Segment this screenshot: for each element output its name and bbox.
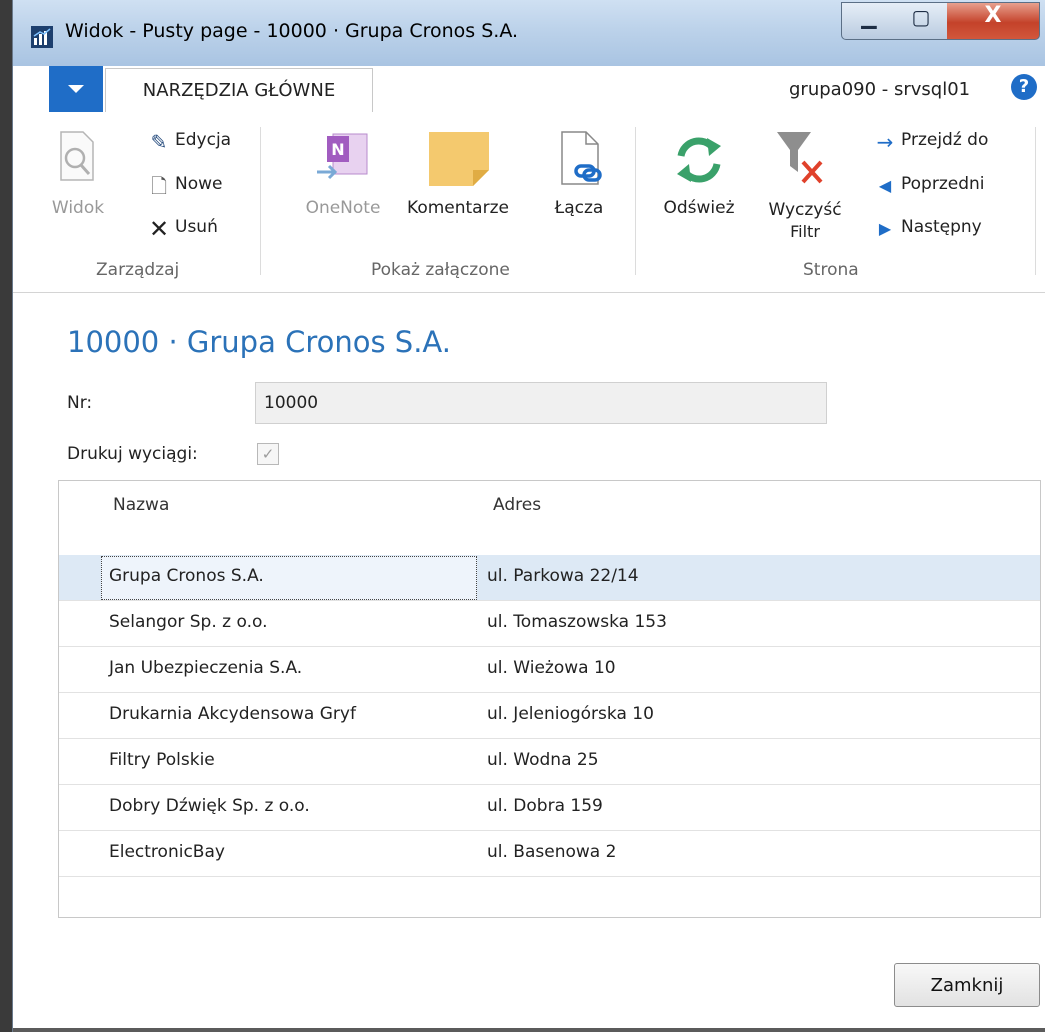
minimize-icon: ▁ xyxy=(861,5,877,29)
window-shadow-edge xyxy=(0,0,12,1032)
goto-button-label: Przejdź do xyxy=(901,130,989,150)
links-button[interactable]: Łącza xyxy=(551,130,607,230)
refresh-button-label: Odśwież xyxy=(663,198,735,218)
window: Widok - Pusty page - 10000 · Grupa Crono… xyxy=(12,0,1045,1032)
arrow-right-icon: → xyxy=(876,130,894,154)
help-icon[interactable]: ? xyxy=(1011,74,1037,100)
server-label: grupa090 - srvsql01 xyxy=(789,79,971,100)
comments-button[interactable]: Komentarze xyxy=(407,130,509,230)
window-title: Widok - Pusty page - 10000 · Grupa Crono… xyxy=(65,20,519,42)
cell-name[interactable]: ElectronicBay xyxy=(109,842,225,862)
cell-name[interactable]: Filtry Polskie xyxy=(109,750,215,770)
customer-list: Nazwa Adres Grupa Cronos S.A. ul. Parkow… xyxy=(58,480,1041,918)
clear-filter-button[interactable]: Wyczyść Filtr xyxy=(768,128,842,248)
close-icon: X xyxy=(984,3,1002,28)
close-window-button[interactable]: X xyxy=(947,2,1040,40)
comments-button-label: Komentarze xyxy=(407,198,509,218)
cell-address[interactable]: ul. Dobra 159 xyxy=(487,796,603,816)
cell-name[interactable]: Selangor Sp. z o.o. xyxy=(109,612,267,632)
title-bar[interactable]: Widok - Pusty page - 10000 · Grupa Crono… xyxy=(13,0,1045,67)
goto-button[interactable]: → Przejdź do xyxy=(873,128,1033,158)
cell-address[interactable]: ul. Wieżowa 10 xyxy=(487,658,616,678)
edit-button[interactable]: ✎ Edycja xyxy=(147,128,257,158)
table-row[interactable]: ElectronicBay ul. Basenowa 2 xyxy=(59,831,1040,877)
clear-filter-button-label-line2: Filtr xyxy=(790,222,820,241)
page-title: 10000 · Grupa Cronos S.A. xyxy=(67,325,451,359)
close-button[interactable]: Zamknij xyxy=(894,963,1040,1007)
table-row[interactable]: Selangor Sp. z o.o. ul. Tomaszowska 153 xyxy=(59,601,1040,647)
refresh-icon xyxy=(677,137,721,183)
svg-text:N: N xyxy=(331,140,344,159)
edit-button-label: Edycja xyxy=(175,130,232,150)
column-header-address[interactable]: Adres xyxy=(493,495,541,515)
clear-filter-icon xyxy=(777,132,823,184)
maximize-button[interactable]: ▢ xyxy=(895,2,948,40)
print-statements-checkbox[interactable]: ✓ xyxy=(257,443,279,465)
chevron-down-icon xyxy=(68,85,84,93)
app-menu-button[interactable] xyxy=(49,66,103,112)
print-statements-label: Drukuj wyciągi: xyxy=(67,444,198,464)
new-button-label: Nowe xyxy=(175,174,223,194)
cell-address[interactable]: ul. Parkowa 22/14 xyxy=(487,566,639,586)
ribbon-separator xyxy=(635,127,636,275)
tab-home-label: NARZĘDZIA GŁÓWNE xyxy=(142,80,336,101)
app-chart-icon xyxy=(31,26,53,48)
ribbon-separator xyxy=(260,127,261,275)
new-document-icon: 🗋 xyxy=(150,174,168,198)
maximize-icon: ▢ xyxy=(911,5,931,29)
window-controls: ▁ ▢ X xyxy=(841,2,1045,40)
view-button[interactable]: Widok xyxy=(51,130,105,230)
previous-button[interactable]: ◀ Poprzedni xyxy=(873,172,1033,202)
onenote-icon: N xyxy=(317,133,368,180)
table-row[interactable]: Jan Ubezpieczenia S.A. ul. Wieżowa 10 xyxy=(59,647,1040,693)
table-row[interactable]: Drukarnia Akcydensowa Gryf ul. Jeleniogó… xyxy=(59,693,1040,739)
next-button-label: Następny xyxy=(901,217,982,237)
link-icon xyxy=(561,131,602,185)
refresh-button[interactable]: Odśwież xyxy=(663,130,735,230)
checkmark-icon: ✓ xyxy=(261,445,275,463)
table-row[interactable]: Filtry Polskie ul. Wodna 25 xyxy=(59,739,1040,785)
cell-address[interactable]: ul. Basenowa 2 xyxy=(487,842,616,862)
new-button[interactable]: 🗋 Nowe xyxy=(147,172,257,202)
sticky-note-icon xyxy=(429,132,489,186)
table-row[interactable]: Grupa Cronos S.A. ul. Parkowa 22/14 xyxy=(59,555,1040,601)
grid-header: Nazwa Adres xyxy=(59,481,1040,555)
previous-button-label: Poprzedni xyxy=(901,174,985,194)
group-label-page: Strona xyxy=(803,260,859,280)
nr-label: Nr: xyxy=(67,393,93,413)
triangle-left-icon: ◀ xyxy=(878,176,892,195)
clear-filter-button-label-line1: Wyczyść xyxy=(768,200,842,220)
tab-home[interactable]: NARZĘDZIA GŁÓWNE xyxy=(105,68,373,114)
onenote-button[interactable]: N OneNote xyxy=(306,130,380,230)
onenote-button-label: OneNote xyxy=(305,198,381,218)
view-button-label: Widok xyxy=(51,198,105,218)
window-bottom-edge xyxy=(13,1028,1045,1032)
cell-name[interactable]: Grupa Cronos S.A. xyxy=(109,566,264,586)
delete-button-label: Usuń xyxy=(175,217,218,237)
table-row[interactable]: Dobry Dźwięk Sp. z o.o. ul. Dobra 159 xyxy=(59,785,1040,831)
delete-button[interactable]: ✕ Usuń xyxy=(147,215,257,245)
cell-address[interactable]: ul. Jeleniogórska 10 xyxy=(487,704,654,724)
next-button[interactable]: ▶ Następny xyxy=(873,215,1033,245)
cell-name[interactable]: Jan Ubezpieczenia S.A. xyxy=(109,658,302,678)
cell-name[interactable]: Dobry Dźwięk Sp. z o.o. xyxy=(109,796,310,816)
cell-address[interactable]: ul. Tomaszowska 153 xyxy=(487,612,667,632)
ribbon-separator xyxy=(1035,127,1036,275)
cell-address[interactable]: ul. Wodna 25 xyxy=(487,750,599,770)
cell-name[interactable]: Drukarnia Akcydensowa Gryf xyxy=(109,704,356,724)
group-label-manage: Zarządzaj xyxy=(96,260,180,280)
minimize-button[interactable]: ▁ xyxy=(841,2,897,40)
pencil-icon: ✎ xyxy=(150,130,168,154)
group-label-attachments: Pokaż załączone xyxy=(371,260,510,280)
triangle-right-icon: ▶ xyxy=(878,219,892,238)
column-header-name[interactable]: Nazwa xyxy=(113,495,169,515)
links-button-label: Łącza xyxy=(554,198,604,218)
view-magnifier-icon xyxy=(60,131,94,181)
nr-field[interactable]: 10000 xyxy=(255,382,827,424)
delete-x-icon: ✕ xyxy=(148,215,170,243)
